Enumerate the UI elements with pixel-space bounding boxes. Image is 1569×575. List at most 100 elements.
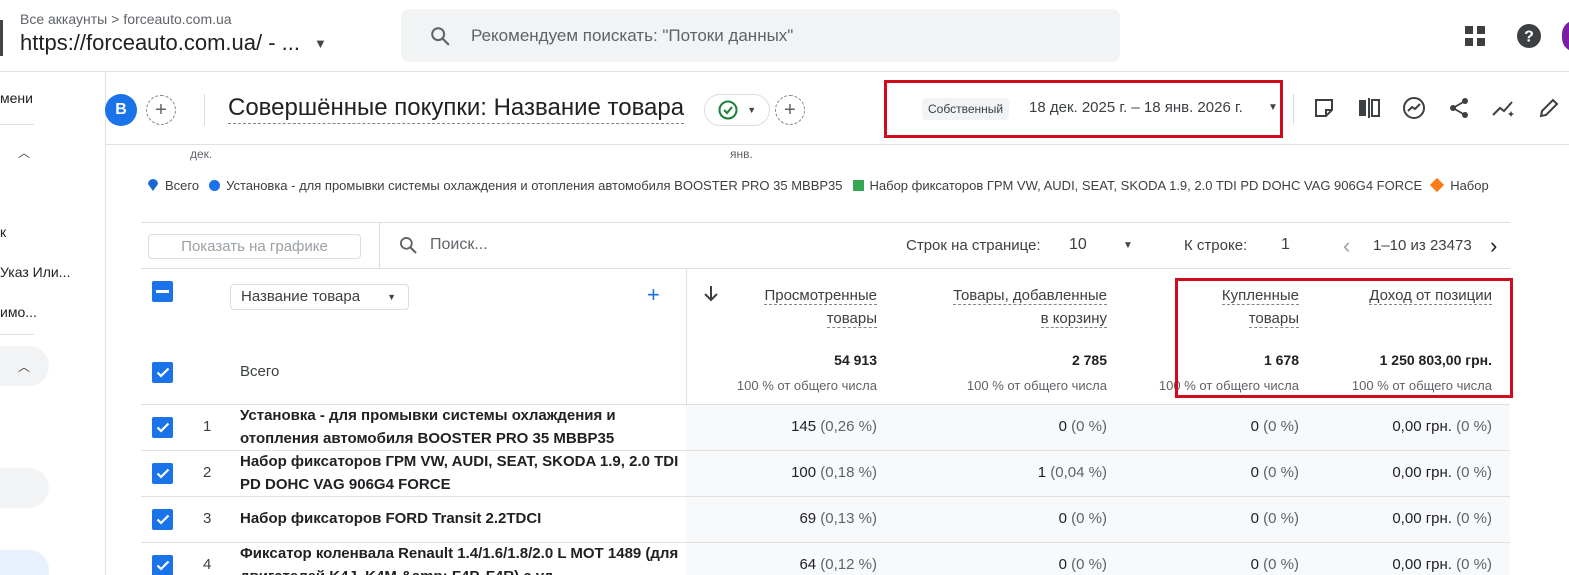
cell-value: 0,00 грн.: [1392, 510, 1452, 527]
cell-pct: (0,18 %): [820, 464, 877, 481]
row-number: 2: [203, 464, 212, 481]
nav-item-4[interactable]: имо...: [0, 304, 37, 320]
chevron-up-icon[interactable]: ︿: [18, 144, 30, 161]
search-placeholder: Рекомендуем поискать: "Потоки данных": [471, 25, 794, 45]
select-all-checkbox[interactable]: [152, 281, 173, 302]
nav-divider: [0, 124, 34, 125]
nav-item-3[interactable]: Указ Или...: [0, 264, 70, 280]
help-icon[interactable]: ?: [1515, 22, 1543, 50]
property-name: https://forceauto.com.ua/ - ...: [20, 30, 301, 55]
report-title[interactable]: Совершённые покупки: Название товара: [228, 93, 685, 124]
cell-value: 64: [799, 556, 817, 573]
cell-revenue: 0,00 грн. (0 %): [1392, 418, 1492, 435]
cell-revenue: 0,00 грн. (0 %): [1392, 464, 1492, 481]
chevron-up-icon[interactable]: ︿: [18, 358, 30, 375]
edit-pencil-icon[interactable]: [1535, 94, 1563, 122]
report-status-menu[interactable]: ▼: [704, 94, 770, 126]
legend-square-icon: [852, 179, 864, 191]
check-circle-icon: [718, 100, 738, 120]
cell-viewed: 100 (0,18 %): [791, 464, 877, 481]
insights-note-icon[interactable]: [1310, 94, 1338, 122]
add-dimension-button[interactable]: +: [647, 282, 660, 308]
cell-value: 0: [1250, 510, 1259, 527]
search-bar[interactable]: Рекомендуем поискать: "Потоки данных": [401, 9, 1120, 62]
cell-value: 145: [791, 418, 817, 435]
cell-added: 1 (0,04 %): [1038, 464, 1107, 481]
chevron-down-icon[interactable]: ▼: [1123, 240, 1133, 251]
table-search-placeholder: Поиск...: [430, 236, 488, 253]
cell-viewed: 69 (0,13 %): [799, 510, 877, 527]
cell-purchased: 0 (0 %): [1251, 418, 1299, 435]
cell-value: 0: [1058, 510, 1067, 527]
row-checkbox[interactable]: [152, 555, 173, 575]
column-header-line: Товары, добавленные: [952, 287, 1107, 305]
total-marker-icon: [148, 179, 158, 191]
nav-item-1[interactable]: мени: [0, 90, 33, 106]
nav-item-2[interactable]: к: [0, 224, 6, 240]
legend-item[interactable]: Набор: [1430, 178, 1489, 193]
row-product-name[interactable]: Фиксатор коленвала Renault 1.4/1.6/1.8/2…: [240, 542, 680, 575]
sort-descending-icon[interactable]: [703, 285, 719, 303]
cell-added: 0 (0 %): [1059, 510, 1107, 527]
trend-sparkle-icon[interactable]: [1490, 94, 1518, 122]
property-selector[interactable]: https://forceauto.com.ua/ - ... ▼: [20, 30, 327, 56]
breadcrumb-account[interactable]: forceauto.com.ua: [123, 11, 231, 27]
nav-divider: [0, 334, 34, 335]
column-header-added[interactable]: Товары, добавленные в корзину: [900, 284, 1107, 330]
row-product-name[interactable]: Набор фиксаторов ГРМ VW, AUDI, SEAT, SKO…: [240, 450, 680, 496]
date-range-picker[interactable]: 18 дек. 2025 г. – 18 янв. 2026 г.: [1029, 99, 1243, 116]
row-checkbox[interactable]: [152, 509, 173, 530]
totals-checkbox[interactable]: [152, 362, 173, 383]
chevron-down-icon: ▼: [747, 105, 757, 115]
cell-revenue: 0,00 грн. (0 %): [1392, 556, 1492, 573]
chevron-down-icon: ▼: [314, 35, 327, 51]
go-to-row-input[interactable]: 1: [1281, 236, 1290, 254]
row-product-name[interactable]: Установка - для промывки системы охлажде…: [240, 404, 680, 450]
legend-item[interactable]: Всего: [146, 178, 199, 193]
chevron-down-icon[interactable]: ▼: [1268, 102, 1278, 113]
breadcrumb-root[interactable]: Все аккаунты: [20, 11, 107, 27]
row-checkbox[interactable]: [152, 463, 173, 484]
nav-item-active[interactable]: [0, 550, 49, 575]
table-search-input[interactable]: Поиск...: [398, 235, 488, 255]
cell-value: 0: [1058, 418, 1067, 435]
row-product-name[interactable]: Набор фиксаторов FORD Transit 2.2TDCI: [240, 507, 680, 530]
column-header-viewed[interactable]: Просмотренные товары: [727, 284, 877, 330]
legend-label: Установка - для промывки системы охлажде…: [226, 177, 843, 193]
row-checkbox[interactable]: [152, 417, 173, 438]
nav-item-selected-bg[interactable]: [0, 468, 49, 508]
account-avatar[interactable]: [1562, 20, 1569, 52]
metrics-highlight: [1175, 278, 1513, 398]
apps-grid-icon[interactable]: [1461, 22, 1489, 50]
cell-pct: (0 %): [1071, 556, 1107, 573]
cell-pct: (0 %): [1456, 556, 1492, 573]
prev-page-icon[interactable]: ‹: [1343, 233, 1350, 259]
divider: [204, 94, 205, 126]
insights-chart-icon[interactable]: [1400, 94, 1428, 122]
add-filter-button[interactable]: +: [775, 95, 805, 125]
legend-item[interactable]: Установка - для промывки системы охлажде…: [209, 177, 843, 193]
breadcrumb[interactable]: Все аккаунты > forceauto.com.ua: [20, 11, 232, 27]
cell-pct: (0 %): [1071, 418, 1107, 435]
legend-label: Всего: [165, 177, 200, 193]
share-icon[interactable]: [1445, 94, 1473, 122]
cell-value: 100: [791, 464, 817, 481]
cell-added: 0 (0 %): [1059, 556, 1107, 573]
breadcrumb-chevron-icon: >: [111, 11, 120, 27]
divider: [1293, 94, 1294, 124]
show-on-chart-button[interactable]: Показать на графике: [148, 234, 361, 259]
pagination-range: 1–10 из 23473: [1373, 237, 1472, 254]
cell-value: 1: [1037, 464, 1047, 481]
dimension-selector[interactable]: Название товара ▼: [230, 284, 409, 310]
cell-value: 0: [1250, 556, 1259, 573]
chart-legend: Всего Установка - для промывки системы о…: [146, 176, 1499, 194]
cell-viewed: 145 (0,26 %): [791, 418, 877, 435]
table-top-border: [141, 222, 1510, 223]
add-comparison-button[interactable]: +: [146, 95, 176, 125]
rows-per-page-select[interactable]: 10: [1069, 236, 1087, 254]
cell-pct: (0 %): [1456, 418, 1492, 435]
next-page-icon[interactable]: ›: [1490, 233, 1497, 259]
compare-columns-icon[interactable]: [1355, 94, 1383, 122]
legend-item[interactable]: Набор фиксаторов ГРМ VW, AUDI, SEAT, SKO…: [852, 178, 1422, 193]
comparison-avatar[interactable]: B: [105, 94, 137, 126]
